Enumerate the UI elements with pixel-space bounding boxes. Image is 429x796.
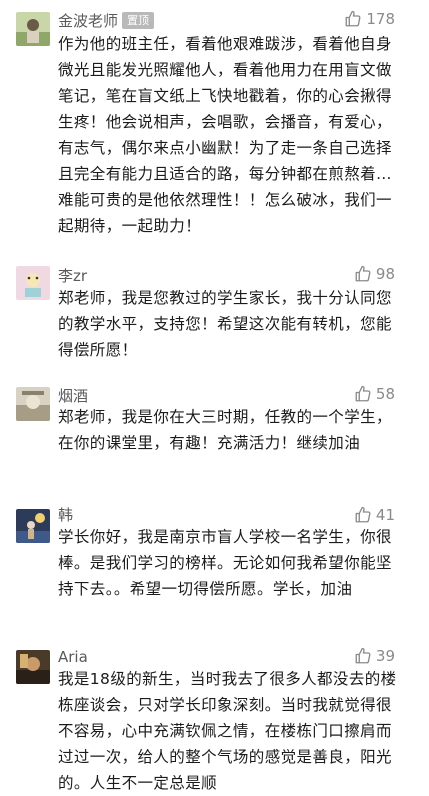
like-count: 39 [375,647,395,665]
comment-author[interactable]: 李zr [58,265,87,286]
avatar[interactable] [16,387,50,421]
thumbs-up-icon [345,10,361,27]
comment-author[interactable]: 金波老师 [58,10,118,31]
comment-text: 我是18级的新生，当时我去了很多人都没去的楼栋座谈会，只对学长印象深刻。当时我就… [58,670,397,792]
pinned-badge: 置顶 [122,12,154,29]
avatar[interactable] [16,12,50,46]
comment-text: 学长你好，我是南京市盲人学校一名学生，你很棒。是我们学习的榜样。无论如何我希望你… [58,528,392,598]
avatar[interactable] [16,266,50,300]
comment-author[interactable]: Aria [58,648,88,666]
like-count: 58 [375,385,395,403]
comment-text: 作为他的班主任，看着他艰难跋涉，看着他自身微光且能发光照耀他人，看着他用力在用盲… [58,35,392,235]
thumbs-up-icon [355,647,371,664]
comment-author[interactable]: 烟酒 [58,385,88,406]
avatar[interactable] [16,509,50,543]
like-count: 41 [375,506,395,524]
like-button[interactable]: 41 [354,505,395,525]
comment-text: 郑老师，我是你在大三时期，任教的一个学生，在你的课堂里，有趣！充满活力！继续加油 [58,408,392,452]
like-button[interactable]: 39 [354,646,395,666]
thumbs-up-icon [355,385,371,402]
like-button[interactable]: 178 [344,9,395,29]
comment-author[interactable]: 韩 [58,504,73,525]
thumbs-up-icon [355,265,371,282]
thumbs-up-icon [355,506,371,523]
avatar[interactable] [16,650,50,684]
comment-text: 郑老师，我是您教过的学生家长，我十分认同您的教学水平，支持您！希望这次能有转机，… [58,289,392,359]
like-count: 178 [366,10,395,28]
like-button[interactable]: 98 [354,264,395,284]
like-button[interactable]: 58 [354,384,395,404]
like-count: 98 [375,265,395,283]
